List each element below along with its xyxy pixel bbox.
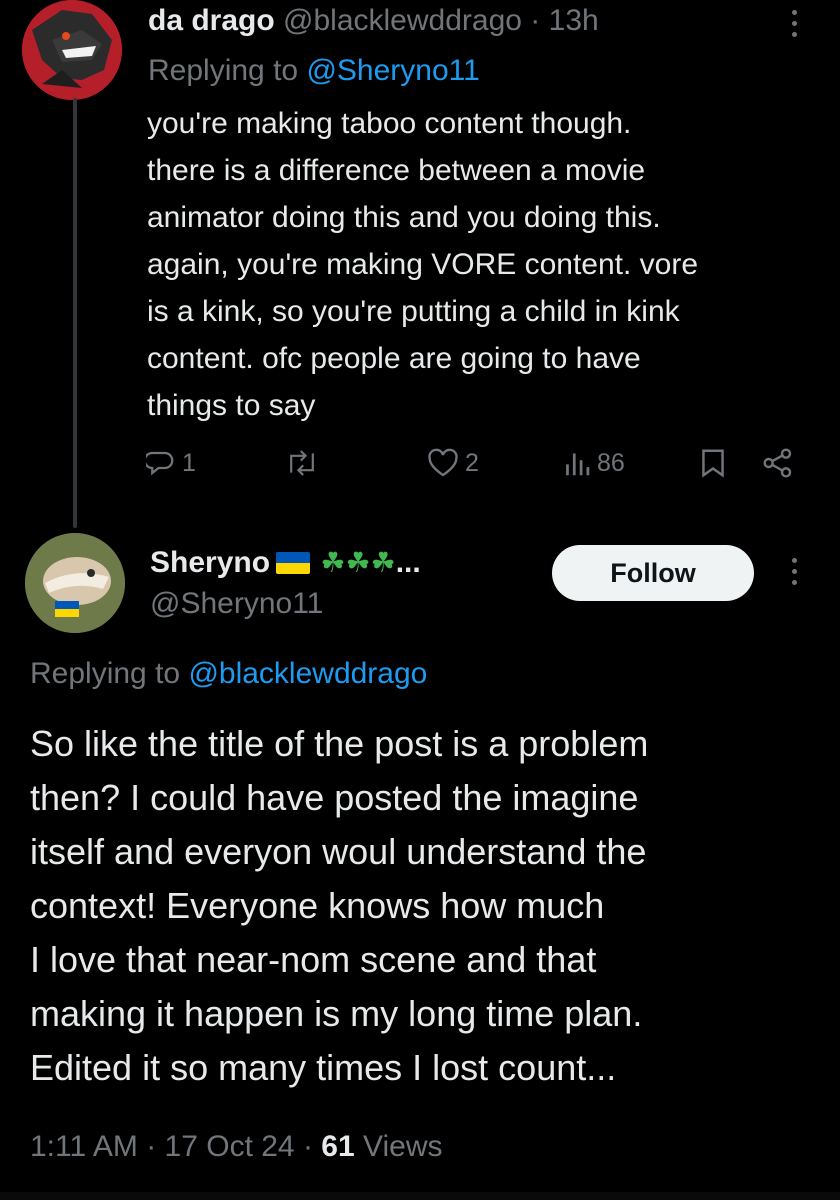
- name-ellipsis: ...: [395, 546, 421, 579]
- dragon-avatar-icon: [22, 0, 122, 100]
- views-count: 61: [321, 1130, 355, 1163]
- views-count: 86: [597, 448, 625, 477]
- separator: ·: [146, 1130, 157, 1163]
- timestamp[interactable]: 13h: [549, 4, 599, 37]
- text-line: is a kink, so you're putting a child in …: [147, 295, 680, 328]
- text-line: again, you're making VORE content. vore: [147, 248, 699, 281]
- character-avatar-icon: [25, 533, 125, 633]
- reply-icon: [146, 451, 174, 476]
- like-count: 2: [465, 448, 479, 477]
- bookmark-button[interactable]: [700, 448, 726, 478]
- text-line: there is a difference between a movie: [147, 154, 646, 187]
- text-line: I love that near-nom scene and that: [30, 939, 597, 980]
- display-name[interactable]: da drago: [148, 4, 275, 37]
- separator: ·: [302, 1130, 313, 1163]
- views-button[interactable]: 86: [563, 448, 625, 478]
- separator: ·: [530, 4, 541, 37]
- text-line: itself and everyon woul understand the: [30, 831, 647, 872]
- text-line: making it happen is my long time plan.: [30, 993, 643, 1034]
- replying-to-link[interactable]: @blacklewddrago: [188, 657, 427, 690]
- handle[interactable]: @Sheryno11: [150, 586, 323, 622]
- views-label: Views: [363, 1130, 443, 1163]
- tweet-text: So like the title of the post is a probl…: [30, 717, 648, 1095]
- tweet-text: you're making taboo content though. ther…: [147, 100, 698, 429]
- display-name[interactable]: Sheryno: [150, 546, 270, 579]
- replying-to-line: Replying to @Sheryno11: [148, 52, 480, 90]
- user-name-row: Sheryno ☘☘☘...: [150, 545, 421, 581]
- replying-to-link[interactable]: @Sheryno11: [306, 54, 479, 87]
- text-line: animator doing this and you doing this.: [147, 201, 661, 234]
- tweet-time[interactable]: 1:11 AM: [30, 1130, 138, 1163]
- views-icon: [566, 453, 590, 476]
- share-button[interactable]: [762, 448, 794, 478]
- thread-line: [73, 98, 77, 528]
- more-options-icon[interactable]: [792, 558, 797, 585]
- reply-count: 1: [182, 448, 196, 477]
- more-options-icon[interactable]: [792, 10, 797, 37]
- bookmark-icon: [702, 449, 724, 478]
- replying-prefix: Replying to: [30, 657, 181, 690]
- handle[interactable]: @blacklewddrago: [283, 4, 522, 37]
- text-line: things to say: [147, 389, 316, 422]
- share-icon: [763, 448, 792, 478]
- replying-to-line: Replying to @blacklewddrago: [30, 655, 427, 693]
- text-line: So like the title of the post is a probl…: [30, 723, 649, 764]
- retweet-button[interactable]: [284, 448, 320, 478]
- ukraine-flag-icon: [276, 552, 311, 574]
- replying-prefix: Replying to: [148, 54, 299, 87]
- retweet-icon: [290, 450, 314, 476]
- like-button[interactable]: 2: [427, 448, 479, 478]
- tweet-header: da drago @blacklewddrago · 13h: [148, 2, 599, 40]
- follow-button[interactable]: Follow: [552, 545, 754, 601]
- avatar-sheryno[interactable]: [25, 533, 125, 633]
- text-line: you're making taboo content though.: [147, 107, 632, 140]
- text-line: then? I could have posted the imagine: [30, 777, 639, 818]
- like-icon: [428, 448, 458, 477]
- clover-icon: ☘☘☘: [320, 547, 396, 578]
- text-line: content. ofc people are going to have: [147, 342, 641, 375]
- bottom-divider: [0, 1192, 840, 1200]
- tweet-meta: 1:11 AM · 17 Oct 24 · 61 Views: [30, 1128, 443, 1166]
- text-line: Edited it so many times I lost count...: [30, 1047, 617, 1088]
- reply-button[interactable]: 1: [146, 448, 196, 478]
- avatar-da-drago[interactable]: [22, 0, 122, 100]
- tweet-date[interactable]: 17 Oct 24: [165, 1130, 295, 1163]
- text-line: context! Everyone knows how much: [30, 885, 605, 926]
